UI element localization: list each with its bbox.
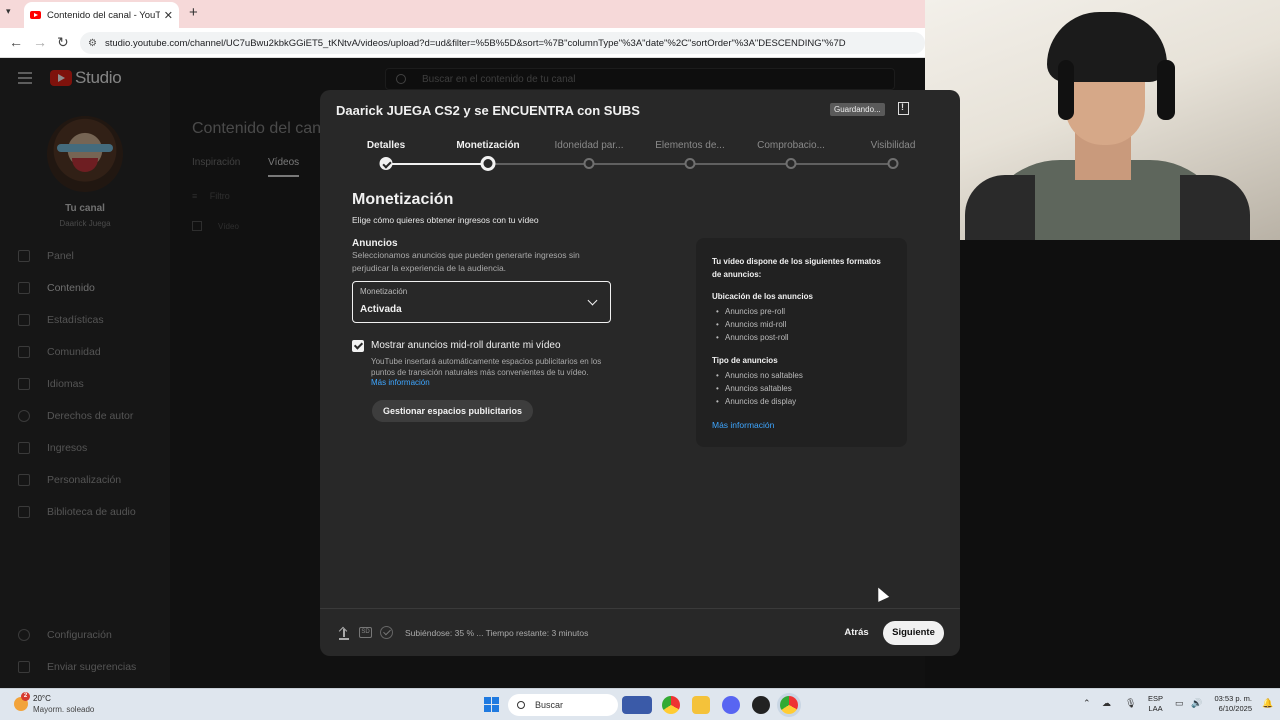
saving-badge: Guardando...: [830, 103, 885, 116]
midroll-checkbox[interactable]: [352, 340, 364, 352]
step-current-dot[interactable]: [480, 156, 496, 171]
upload-icon-base: [339, 638, 349, 640]
microphone-icon[interactable]: 🎙: [1125, 698, 1136, 709]
site-info-icon[interactable]: ⚙: [88, 38, 97, 49]
next-button[interactable]: Siguiente: [883, 621, 944, 645]
step-monetizacion[interactable]: Monetización: [456, 140, 519, 151]
ad-type-heading: Tipo de anuncios: [712, 356, 778, 365]
file-explorer-icon[interactable]: [692, 696, 710, 714]
new-tab-button[interactable]: +: [189, 4, 198, 21]
weather-temp[interactable]: 20°C: [33, 694, 51, 703]
step-done-check-icon[interactable]: [379, 157, 393, 170]
webcam-jacket-left: [965, 175, 1035, 240]
ads-heading: Anuncios: [352, 238, 398, 249]
manage-ad-breaks-button[interactable]: Gestionar espacios publicitarios: [372, 400, 534, 422]
midroll-description: YouTube insertará automáticamente espaci…: [371, 357, 602, 377]
taskbar-search[interactable]: Buscar: [508, 694, 618, 716]
step-detalles[interactable]: Detalles: [367, 140, 405, 151]
address-toolbar: ← → ↻ ⚙ studio.youtube.com/channel/UC7uB…: [0, 28, 925, 58]
ad-formats-title: Tu vídeo dispone de los siguientes forma…: [712, 257, 881, 279]
sd-badge-icon: SD: [359, 627, 372, 638]
win-square: [484, 705, 491, 712]
step-dot[interactable]: [684, 158, 696, 169]
weather-badge: 2: [21, 692, 30, 701]
windows-start-icon[interactable]: [484, 697, 500, 713]
chevron-down-icon: [587, 295, 598, 306]
url-text: studio.youtube.com/channel/UC7uBwu2kbkGG…: [104, 37, 846, 49]
ad-formats-panel: Tu vídeo dispone de los siguientes forma…: [696, 238, 907, 447]
browser-tab[interactable]: Contenido del canal - YouTube ✕: [24, 2, 179, 28]
upload-dialog: Daarick JUEGA CS2 y se ENCUENTRA con SUB…: [320, 90, 960, 656]
placement-heading: Ubicación de los anuncios: [712, 292, 813, 301]
network-icon[interactable]: ▭: [1175, 698, 1184, 709]
list-item: Anuncios no saltables: [716, 371, 803, 380]
ad-formats-more-info-link[interactable]: Más información: [712, 420, 774, 430]
select-value: Activada: [360, 304, 402, 315]
webcam-headset-left: [1058, 60, 1074, 120]
section-heading: Monetización: [352, 191, 454, 208]
chrome-icon[interactable]: [662, 696, 680, 714]
chrome-active-icon[interactable]: [780, 696, 798, 714]
webcam-headset-right: [1157, 60, 1175, 120]
back-arrow-icon[interactable]: ←: [9, 34, 23, 50]
report-issue-icon[interactable]: [898, 102, 909, 115]
clock-date: 6/10/2025: [1218, 704, 1252, 713]
more-info-link[interactable]: Más información: [371, 378, 430, 387]
obs-icon[interactable]: [752, 696, 770, 714]
win-square: [492, 697, 499, 704]
dialog-title: Daarick JUEGA CS2 y se ENCUENTRA con SUB…: [336, 103, 640, 118]
step-idoneidad[interactable]: Idoneidad par...: [555, 140, 624, 151]
language-indicator[interactable]: ESP LAA: [1148, 694, 1163, 714]
system-clock[interactable]: 03:53 p. m. 6/10/2025: [1212, 694, 1252, 714]
discord-icon[interactable]: [722, 696, 740, 714]
win-square: [492, 705, 499, 712]
win-square: [484, 697, 491, 704]
webcam-overlay: [925, 0, 1280, 240]
stepper-line-done: [386, 163, 488, 165]
back-button[interactable]: Atrás: [836, 621, 877, 645]
reload-icon[interactable]: ↻: [57, 34, 69, 51]
clock-time: 03:53 p. m.: [1214, 694, 1252, 703]
upload-status: Subiéndose: 35 % ... Tiempo restante: 3 …: [405, 628, 589, 638]
upload-icon: [339, 627, 349, 640]
ads-description: Seleccionamos anuncios que pueden genera…: [352, 250, 580, 273]
tab-title: Contenido del canal - YouTube: [47, 9, 160, 21]
url-bar[interactable]: ⚙ studio.youtube.com/channel/UC7uBwu2kbk…: [80, 32, 925, 54]
midroll-checkbox-label[interactable]: Mostrar anuncios mid-roll durante mi víd…: [371, 340, 561, 351]
footer-divider: [320, 608, 960, 609]
section-subheading: Elige cómo quieres obtener ingresos con …: [352, 215, 539, 225]
step-elementos[interactable]: Elementos de...: [655, 140, 724, 151]
list-item: Anuncios pre-roll: [716, 307, 785, 316]
tab-search-icon[interactable]: ▾: [6, 6, 11, 17]
search-icon: [517, 701, 525, 709]
browser-tab-strip: ▾ Contenido del canal - YouTube ✕ +: [0, 0, 925, 28]
lang-bottom: LAA: [1148, 704, 1163, 713]
tray-overflow-icon[interactable]: ⌃: [1083, 698, 1091, 709]
game-widget-icon[interactable]: [622, 696, 652, 714]
forward-arrow-icon[interactable]: →: [33, 34, 47, 50]
list-item: Anuncios post-roll: [716, 333, 789, 342]
list-item: Anuncios saltables: [716, 384, 792, 393]
taskbar-search-label: Buscar: [535, 700, 564, 710]
youtube-favicon-icon: [30, 11, 41, 19]
select-label: Monetización: [360, 287, 408, 296]
step-dot[interactable]: [583, 158, 595, 169]
list-item: Anuncios de display: [716, 397, 796, 406]
onedrive-icon[interactable]: ☁: [1102, 698, 1111, 709]
notifications-icon[interactable]: 🔔: [1262, 698, 1273, 709]
step-dot[interactable]: [785, 158, 797, 169]
windows-taskbar: 2 20°C Mayorm. soleado Buscar ⌃ ☁ 🎙 ESP …: [0, 688, 1280, 720]
checks-icon: [380, 626, 393, 639]
volume-icon[interactable]: 🔊: [1191, 698, 1202, 709]
tab-close-icon[interactable]: ✕: [164, 9, 173, 22]
lang-top: ESP: [1148, 694, 1164, 703]
monetization-select[interactable]: Monetización Activada: [352, 281, 611, 323]
step-comprobaciones[interactable]: Comprobacio...: [757, 140, 825, 151]
step-dot[interactable]: [887, 158, 899, 169]
list-item: Anuncios mid-roll: [716, 320, 786, 329]
step-visibilidad[interactable]: Visibilidad: [871, 140, 916, 151]
weather-desc[interactable]: Mayorm. soleado: [33, 705, 94, 714]
webcam-jacket-right: [1180, 175, 1250, 240]
